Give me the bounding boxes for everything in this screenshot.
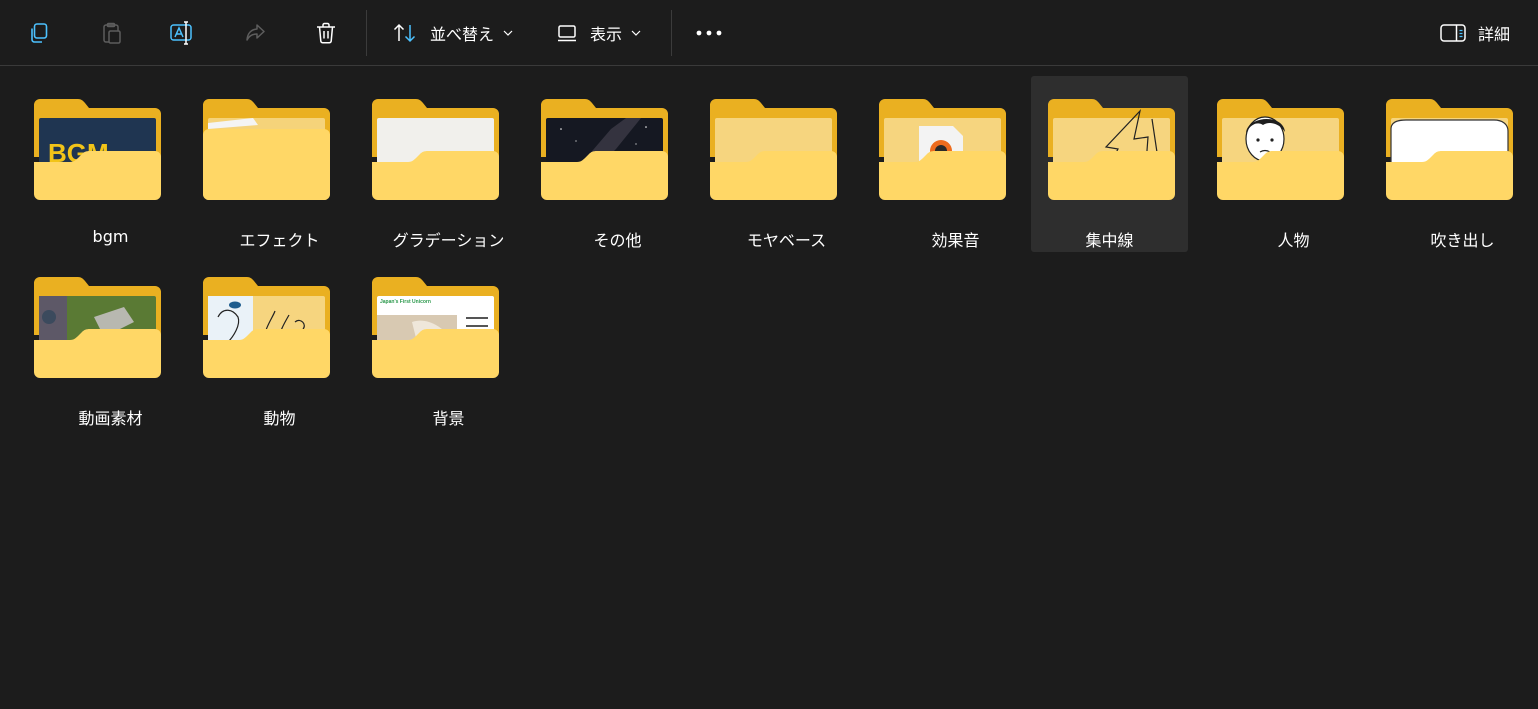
- toolbar-separator: [671, 10, 672, 56]
- copy-button[interactable]: [19, 13, 59, 53]
- folder-icon: BGM: [34, 99, 161, 200]
- folder-label: bgm: [92, 227, 129, 246]
- delete-button[interactable]: [306, 13, 346, 53]
- folder-icon: [879, 99, 1006, 200]
- folder-moya-base[interactable]: モヤベース: [708, 79, 865, 255]
- folder-label: 集中線: [1085, 231, 1134, 250]
- more-horizontal-icon: [696, 30, 722, 36]
- folder-icon: [1048, 99, 1175, 200]
- details-pane-icon: [1440, 24, 1466, 42]
- svg-text:Japan's First Unicorn: Japan's First Unicorn: [380, 299, 431, 305]
- sort-button[interactable]: 並べ替え: [384, 13, 521, 53]
- folder-label: グラデーション: [392, 231, 505, 250]
- folder-effect[interactable]: エフェクト: [201, 79, 358, 255]
- view-label: 表示: [590, 25, 623, 44]
- folder-speech-bubbles[interactable]: 吹き出し: [1384, 79, 1538, 255]
- view-icon: [558, 25, 576, 42]
- folder-icon: [34, 277, 161, 378]
- folder-icon: [541, 99, 668, 200]
- rename-icon: [170, 21, 192, 45]
- file-grid: BGM bgm エフェクト グラデーション その他 モヤベース 効果音 集中線 …: [0, 67, 1538, 709]
- folder-icon: [203, 99, 330, 200]
- folder-gradation[interactable]: グラデーション: [370, 79, 527, 255]
- folder-animals[interactable]: 動物: [201, 257, 358, 433]
- more-options-button[interactable]: [689, 13, 729, 53]
- paste-button[interactable]: [91, 13, 131, 53]
- paste-icon: [103, 22, 121, 44]
- folder-backgrounds[interactable]: Japan's First Unicorn 背景: [370, 257, 527, 433]
- chevron-down-icon: [503, 30, 513, 36]
- folder-label: 吹き出し: [1430, 231, 1495, 250]
- sort-icon: [393, 23, 416, 43]
- sort-label: 並べ替え: [430, 25, 495, 44]
- folder-people[interactable]: 人物: [1215, 79, 1372, 255]
- view-button[interactable]: 表示: [548, 13, 649, 53]
- trash-icon: [317, 22, 335, 44]
- folder-icon: [1386, 99, 1513, 200]
- folder-label: 人物: [1277, 231, 1310, 250]
- folder-label: エフェクト: [239, 231, 320, 250]
- folder-video-assets[interactable]: 動画素材: [32, 257, 189, 433]
- share-icon: [246, 24, 265, 41]
- toolbar-separator: [366, 10, 367, 56]
- folder-focus-lines[interactable]: 集中線: [1031, 76, 1188, 252]
- rename-button[interactable]: [162, 13, 202, 53]
- folder-label: 動物: [263, 409, 296, 428]
- folder-label: 背景: [432, 409, 465, 428]
- copy-icon: [31, 23, 48, 43]
- details-label: 詳細: [1478, 25, 1511, 44]
- folder-sound-effects[interactable]: 効果音: [877, 79, 1034, 255]
- folder-label: その他: [593, 231, 642, 250]
- folder-icon: [203, 277, 330, 378]
- folder-icon: Japan's First Unicorn: [372, 277, 499, 378]
- share-button[interactable]: [235, 13, 275, 53]
- folder-label: モヤベース: [746, 231, 827, 250]
- folder-icon: [1217, 99, 1344, 200]
- folder-icon: [372, 99, 499, 200]
- details-pane-button[interactable]: 詳細: [1432, 13, 1518, 53]
- folder-icon: [710, 99, 837, 200]
- folder-other[interactable]: その他: [539, 79, 696, 255]
- folder-bgm[interactable]: BGM bgm: [32, 79, 189, 255]
- chevron-down-icon: [631, 30, 641, 36]
- command-bar: 並べ替え 表示 詳細: [0, 0, 1538, 66]
- folder-label: 効果音: [931, 231, 980, 250]
- folder-label: 動画素材: [78, 409, 143, 428]
